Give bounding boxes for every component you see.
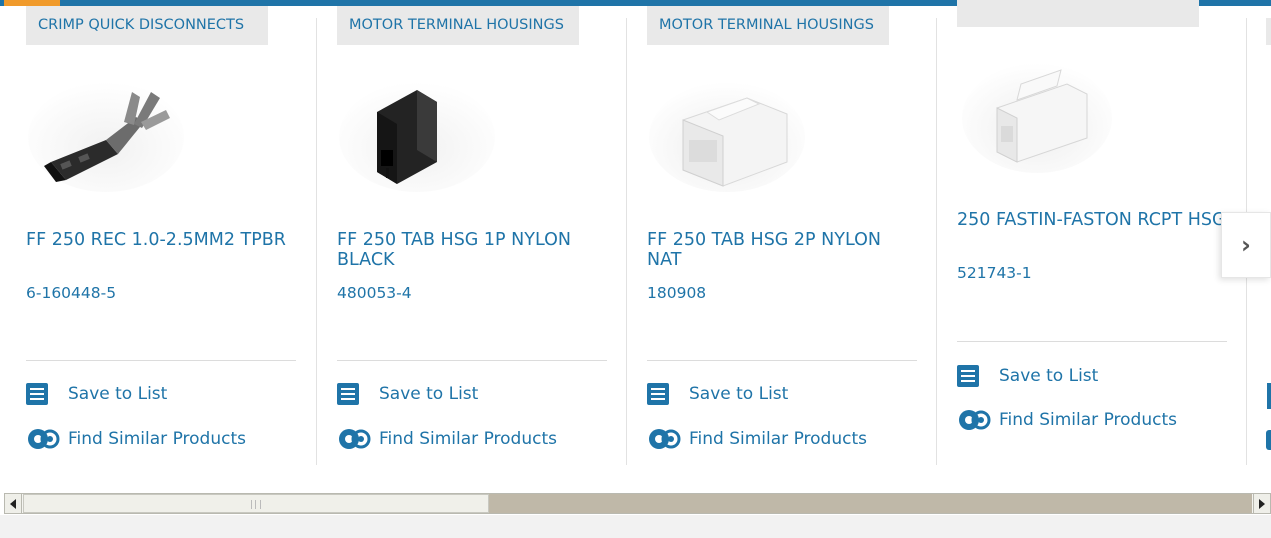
- gears-icon: [959, 410, 991, 430]
- product-card: CRIMP QUICK DISCONNECTS FF 250 REC 1.0-2…: [0, 0, 310, 465]
- find-similar-button[interactable]: Find Similar Products: [26, 428, 246, 450]
- arrow-left-icon: [10, 498, 16, 509]
- checklist-icon: [957, 365, 979, 387]
- product-card: 250 FASTIN-FASTON RCPT HSG 521743-1 Save…: [931, 0, 1241, 465]
- find-similar-label: Find Similar Products: [689, 429, 867, 449]
- black-housing-image[interactable]: [337, 62, 497, 192]
- checklist-icon: [647, 383, 669, 405]
- find-similar-label: Find Similar Products: [379, 429, 557, 449]
- next-card-category-edge: [1266, 18, 1271, 45]
- grip-icon: [251, 500, 261, 509]
- category-label[interactable]: MOTOR TERMINAL HOUSINGS: [647, 6, 889, 45]
- checklist-icon: [337, 383, 359, 405]
- product-title[interactable]: FF 250 TAB HSG 2P NYLON NAT: [647, 230, 917, 270]
- product-title[interactable]: 250 FASTIN-FASTON RCPT HSG: [957, 210, 1227, 230]
- white-rcpt-housing-image[interactable]: [957, 48, 1117, 178]
- gears-icon: [28, 429, 60, 449]
- part-number[interactable]: 480053-4: [337, 284, 412, 302]
- gears-icon: [649, 429, 681, 449]
- separator: [26, 360, 296, 361]
- arrow-right-icon: [1259, 498, 1265, 509]
- category-label[interactable]: CRIMP QUICK DISCONNECTS: [26, 6, 268, 45]
- part-number[interactable]: 180908: [647, 284, 706, 302]
- part-number[interactable]: 6-160448-5: [26, 284, 116, 302]
- white-2p-housing-image[interactable]: [647, 62, 807, 192]
- scroll-right-button[interactable]: [1253, 494, 1270, 513]
- save-to-list-button[interactable]: Save to List: [337, 383, 478, 405]
- chevron-right-icon: ›: [1241, 231, 1251, 259]
- scrollbar-thumb[interactable]: [23, 494, 489, 513]
- next-card-similar-icon-edge: [1266, 430, 1271, 450]
- product-card: MOTOR TERMINAL HOUSINGS FF 250 TAB HSG 1…: [311, 0, 621, 465]
- save-to-list-button[interactable]: Save to List: [26, 383, 167, 405]
- carousel-next-button[interactable]: ›: [1221, 212, 1271, 278]
- separator: [337, 360, 607, 361]
- scrollbar-track[interactable]: [489, 494, 1252, 513]
- find-similar-button[interactable]: Find Similar Products: [647, 428, 867, 450]
- part-number[interactable]: 521743-1: [957, 264, 1032, 282]
- save-to-list-label: Save to List: [689, 384, 789, 404]
- product-carousel: CRIMP QUICK DISCONNECTS FF 250 REC 1.0-2…: [0, 0, 1271, 465]
- save-to-list-label: Save to List: [68, 384, 168, 404]
- find-similar-button[interactable]: Find Similar Products: [337, 428, 557, 450]
- product-title[interactable]: FF 250 TAB HSG 1P NYLON BLACK: [337, 230, 607, 270]
- product-title[interactable]: FF 250 REC 1.0-2.5MM2 TPBR: [26, 230, 296, 250]
- category-label[interactable]: MOTOR TERMINAL HOUSINGS: [337, 6, 579, 45]
- save-to-list-label: Save to List: [379, 384, 479, 404]
- category-label[interactable]: [957, 0, 1199, 27]
- find-similar-label: Find Similar Products: [999, 410, 1177, 430]
- crimp-terminal-image[interactable]: [26, 62, 186, 192]
- checklist-icon: [26, 383, 48, 405]
- find-similar-button[interactable]: Find Similar Products: [957, 409, 1177, 431]
- gears-icon: [339, 429, 371, 449]
- horizontal-scrollbar[interactable]: [4, 493, 1271, 514]
- find-similar-label: Find Similar Products: [68, 429, 246, 449]
- product-card: MOTOR TERMINAL HOUSINGS FF 250 TAB HSG 2…: [621, 0, 931, 465]
- separator: [957, 341, 1227, 342]
- separator: [647, 360, 917, 361]
- save-to-list-button[interactable]: Save to List: [647, 383, 788, 405]
- bottom-panel: [0, 515, 1271, 538]
- next-card-save-icon-edge: [1267, 383, 1271, 409]
- save-to-list-label: Save to List: [999, 366, 1099, 386]
- save-to-list-button[interactable]: Save to List: [957, 365, 1098, 387]
- scroll-left-button[interactable]: [5, 494, 22, 513]
